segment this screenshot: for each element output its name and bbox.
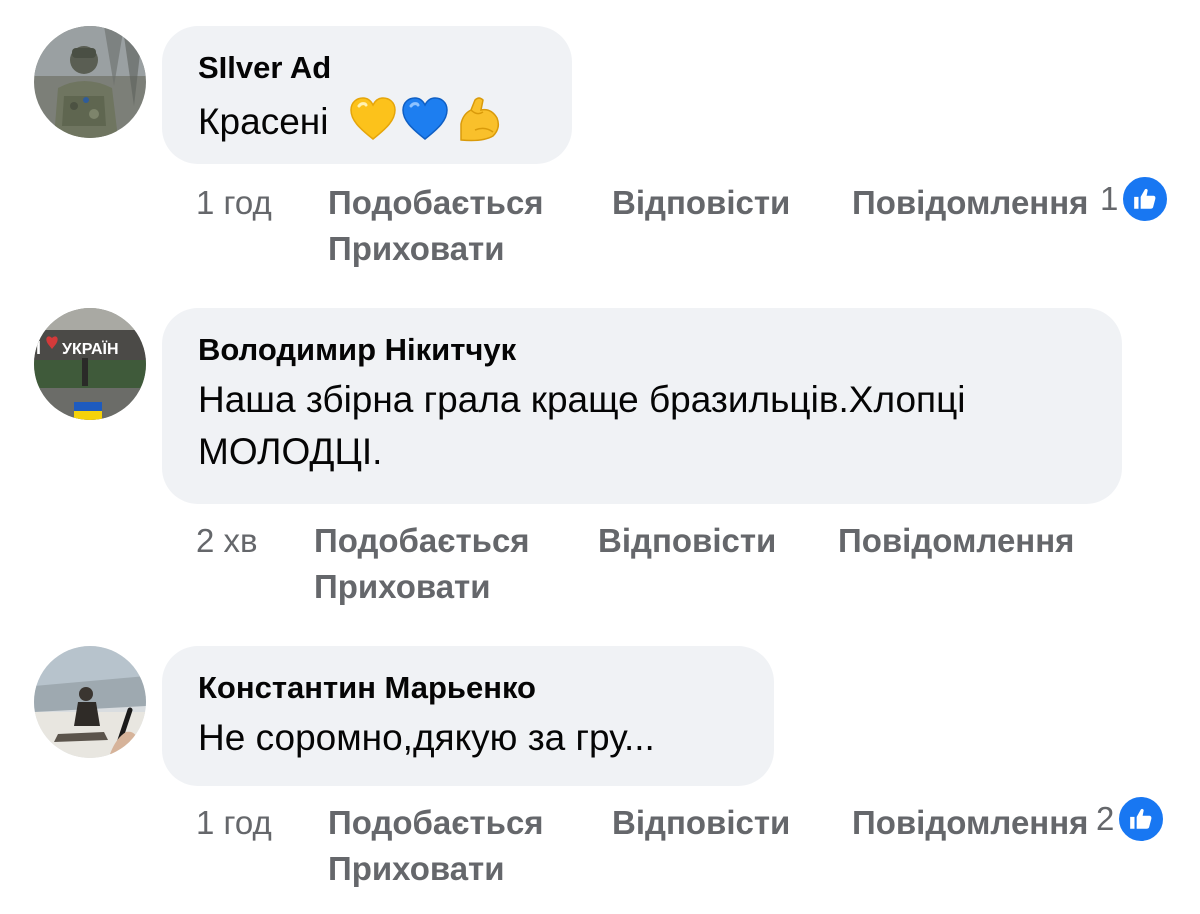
- flexed-biceps-icon: [459, 97, 499, 142]
- reply-button[interactable]: Відповісти: [612, 180, 790, 226]
- comment-actions: 1 год Подобається Відповісти Повідомленн…: [0, 180, 1200, 280]
- comment-actions: 2 хв Подобається Відповісти Повідомлення…: [0, 518, 1200, 618]
- comment-author[interactable]: Володимир Нікитчук: [198, 330, 1086, 370]
- emoji-group: [349, 94, 503, 144]
- avatar[interactable]: I УКРАЇН: [34, 308, 146, 420]
- comment-text: Не соромно,дякую за гру...: [198, 717, 655, 758]
- yellow-heart-icon: [349, 97, 396, 140]
- reaction-count: 2: [1096, 800, 1115, 837]
- reply-button[interactable]: Відповісти: [612, 800, 790, 846]
- avatar-ukraine-sign-image: I УКРАЇН: [34, 308, 146, 420]
- reaction-count: 1: [1100, 180, 1119, 217]
- avatar[interactable]: [34, 26, 146, 138]
- reaction-summary[interactable]: 2: [1096, 794, 1167, 844]
- like-icon: [1120, 174, 1171, 224]
- svg-text:I: I: [36, 338, 41, 358]
- report-button[interactable]: Повідомлення: [838, 518, 1074, 564]
- comment-timestamp[interactable]: 1 год: [196, 180, 272, 226]
- comment-author[interactable]: Константин Марьенко: [198, 668, 738, 708]
- report-button[interactable]: Повідомлення: [852, 800, 1088, 846]
- reaction-summary[interactable]: 1: [1100, 174, 1171, 224]
- comment-timestamp[interactable]: 2 хв: [196, 518, 258, 564]
- blue-heart-icon: [401, 97, 448, 140]
- comment-timestamp[interactable]: 1 год: [196, 800, 272, 846]
- avatar-drawing-image: [34, 646, 146, 758]
- avatar[interactable]: [34, 646, 146, 758]
- comment-bubble: SIlver Ad Красені: [162, 26, 572, 164]
- reply-button[interactable]: Відповісти: [598, 518, 776, 564]
- comment-text: Красені: [198, 94, 536, 148]
- hide-button[interactable]: Приховати: [314, 564, 491, 610]
- like-icon: [1116, 794, 1167, 844]
- like-button[interactable]: Подобається: [314, 518, 530, 564]
- comment-bubble: Володимир Нікитчук Наша збірна грала кра…: [162, 308, 1122, 504]
- like-button[interactable]: Подобається: [328, 180, 544, 226]
- comment-text: Наша збірна грала краще бразильців.Хлопц…: [198, 379, 966, 472]
- svg-text:УКРАЇН: УКРАЇН: [62, 340, 119, 358]
- hide-button[interactable]: Приховати: [328, 846, 505, 892]
- report-button[interactable]: Повідомлення: [852, 180, 1088, 226]
- comment-actions: 1 год Подобається Відповісти Повідомленн…: [0, 800, 1200, 900]
- comment-bubble: Константин Марьенко Не соромно,дякую за …: [162, 646, 774, 786]
- comment-author[interactable]: SIlver Ad: [198, 48, 536, 88]
- hide-button[interactable]: Приховати: [328, 226, 505, 272]
- like-button[interactable]: Подобається: [328, 800, 544, 846]
- comment-text-content: Красені: [198, 101, 329, 142]
- avatar-soldier-image: [34, 26, 146, 138]
